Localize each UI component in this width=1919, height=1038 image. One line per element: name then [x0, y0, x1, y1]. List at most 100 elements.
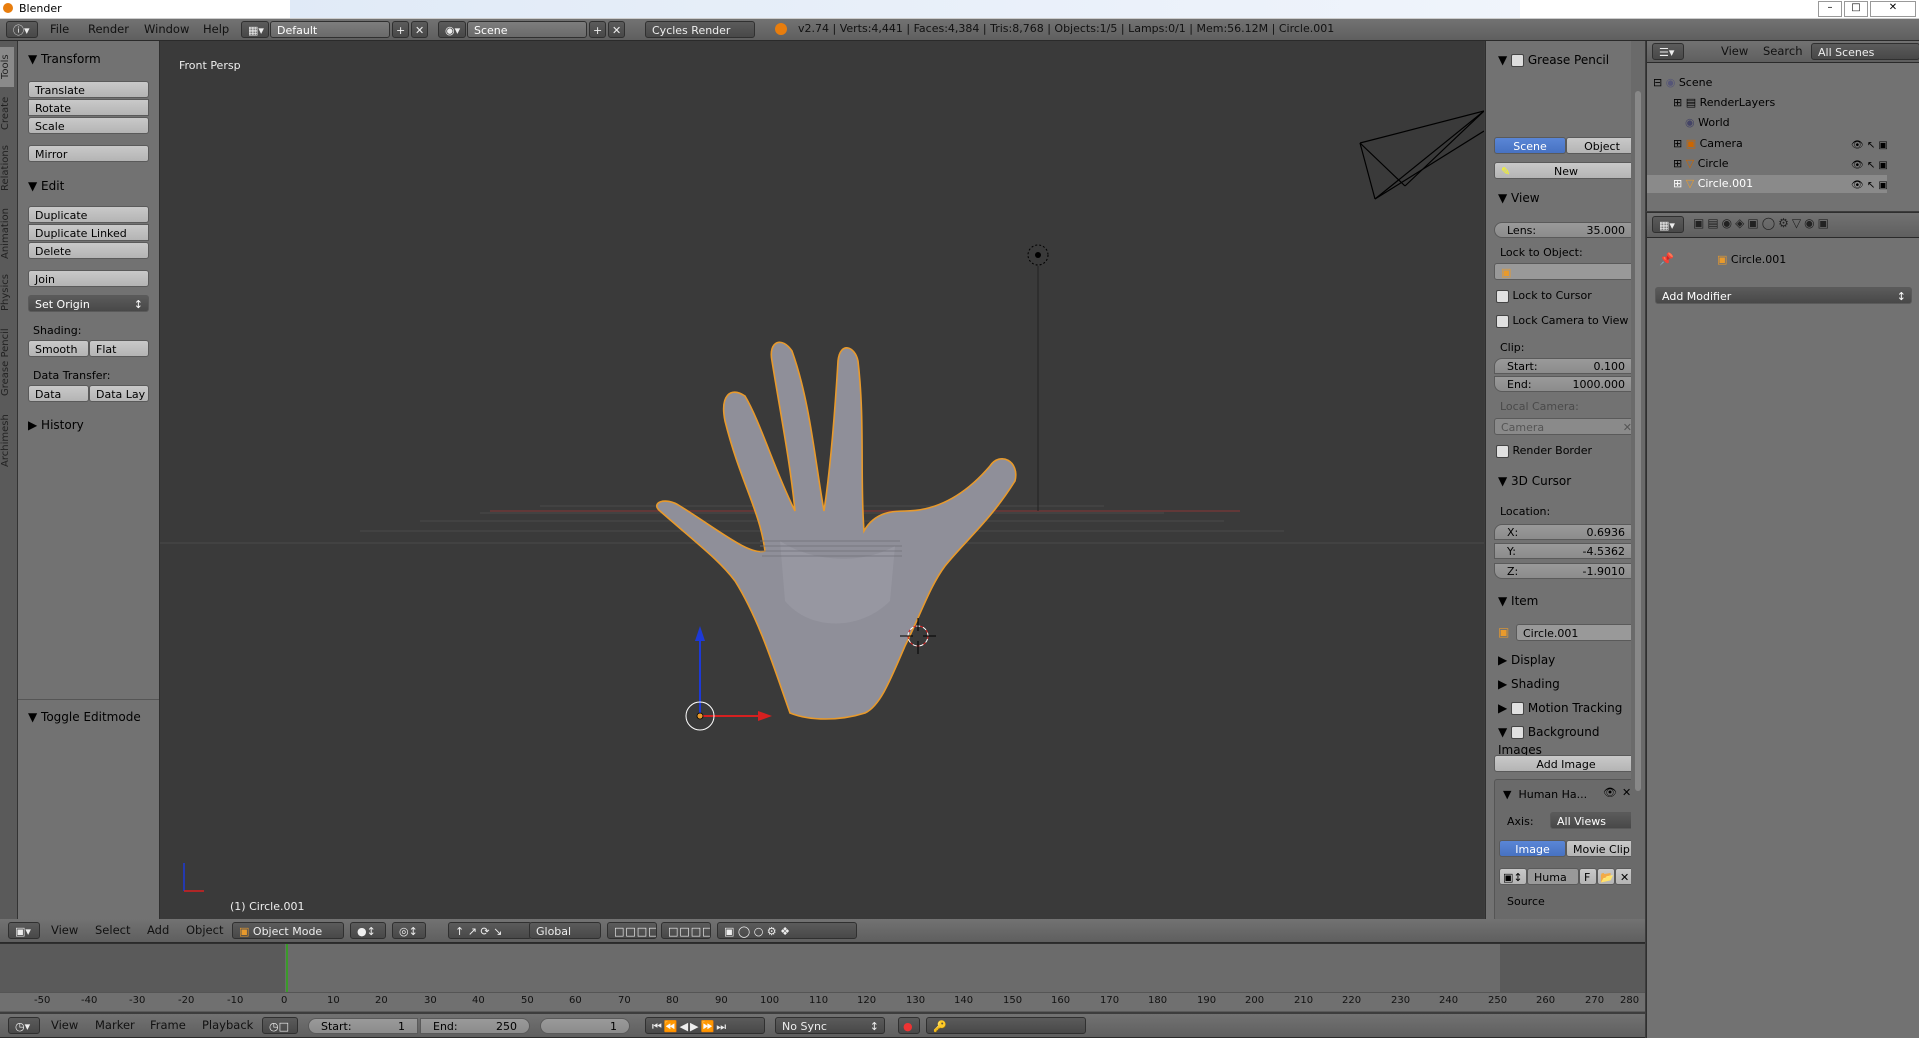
add-layout-button[interactable]: +: [392, 21, 409, 38]
tab-archimesh[interactable]: Archimesh: [0, 406, 14, 476]
menu-file[interactable]: File: [50, 19, 69, 39]
screen-layout-icon[interactable]: ▦▾: [241, 21, 269, 38]
outliner-row-world[interactable]: ◉ World: [1685, 116, 1730, 129]
view3d-menu-view[interactable]: View: [51, 920, 78, 940]
image-browse-icon[interactable]: ▣↕: [1499, 868, 1527, 885]
item-header[interactable]: ▼ Item: [1498, 592, 1538, 610]
display-header[interactable]: ▶ Display: [1498, 651, 1555, 669]
view3d-menu-select[interactable]: Select: [95, 920, 130, 940]
mirror-button[interactable]: Mirror: [28, 145, 149, 162]
editor-type-info[interactable]: ⓘ▾: [6, 21, 38, 38]
cursor-x-field[interactable]: X: 0.6936: [1494, 524, 1632, 540]
properties-context-icons[interactable]: ▣▤◉◈▣◯⚙▽◉▣: [1693, 216, 1832, 230]
panel-transform-header[interactable]: ▼ Transform: [28, 50, 101, 68]
view-header[interactable]: ▼ View: [1498, 189, 1540, 207]
open-image-button[interactable]: 📂: [1597, 868, 1615, 885]
bg-movie-clip-tab[interactable]: Movie Clip: [1566, 840, 1632, 857]
outliner-row-scene[interactable]: ⊟ ◉ Scene: [1653, 76, 1712, 89]
properties-editor-type[interactable]: ▦▾: [1652, 216, 1684, 233]
unlink-image-button[interactable]: ✕: [1615, 868, 1632, 885]
delete-button[interactable]: Delete: [28, 242, 149, 259]
outliner-row-circle-001[interactable]: ⊞ ▽ Circle.001: [1673, 177, 1753, 190]
panel-history-header[interactable]: ▶ History: [28, 416, 84, 434]
frame-start-field[interactable]: Start: 1: [308, 1018, 418, 1034]
outliner-display-mode[interactable]: All Scenes: [1811, 43, 1919, 60]
toggle-editmode-header[interactable]: ▼ Toggle Editmode: [28, 708, 141, 726]
layer-buttons-2[interactable]: □□□□□: [661, 922, 711, 939]
view3d-editor-type[interactable]: ▣▾: [8, 922, 40, 939]
scale-button[interactable]: Scale: [28, 117, 149, 134]
orientation-select[interactable]: Global: [529, 922, 601, 939]
visibility-eye-icons[interactable]: 👁 ↖ ▣ 👁 ↖ ▣ 👁 ↖ ▣: [1851, 136, 1888, 196]
pin-icon[interactable]: 📌: [1659, 252, 1674, 266]
current-frame-field[interactable]: 1: [540, 1018, 630, 1034]
rotate-button[interactable]: Rotate: [28, 99, 149, 116]
outliner-editor-type[interactable]: ☰▾: [1652, 43, 1684, 60]
data-lay-button[interactable]: Data Lay: [89, 385, 149, 402]
tab-create[interactable]: Create: [0, 93, 14, 133]
menu-help[interactable]: Help: [203, 19, 229, 39]
duplicate-button[interactable]: Duplicate: [28, 206, 149, 223]
shading-header[interactable]: ▶ Shading: [1498, 675, 1560, 693]
axis-select[interactable]: All Views: [1550, 812, 1632, 829]
maximize-button[interactable]: □: [1844, 1, 1868, 17]
outliner-search-menu[interactable]: Search: [1763, 41, 1803, 61]
render-engine-select[interactable]: Cycles Render: [645, 21, 755, 38]
lock-to-cursor-option[interactable]: Lock to Cursor: [1496, 289, 1592, 303]
smooth-button[interactable]: Smooth: [28, 340, 89, 357]
fake-user-button[interactable]: F: [1579, 868, 1597, 885]
add-modifier-select[interactable]: Add Modifier ↕: [1655, 287, 1912, 304]
render-border-option[interactable]: Render Border: [1496, 444, 1592, 458]
cursor-y-field[interactable]: Y: -4.5362: [1494, 543, 1632, 559]
timeline-editor-type[interactable]: ◷▾: [8, 1017, 40, 1034]
outliner-row-camera[interactable]: ⊞ ▣ Camera: [1673, 137, 1743, 150]
tab-animation[interactable]: Animation: [0, 203, 14, 265]
clip-start-field[interactable]: Start: 0.100: [1494, 358, 1632, 374]
minimize-button[interactable]: –: [1818, 1, 1842, 17]
screen-layout-select[interactable]: Default: [270, 21, 390, 38]
image-datablock-field[interactable]: Huma: [1527, 868, 1579, 885]
lens-field[interactable]: Lens: 35.000: [1494, 222, 1632, 238]
sync-mode-select[interactable]: No Sync ↕: [775, 1017, 885, 1034]
viewport-shading-select[interactable]: ●↕: [350, 922, 386, 939]
add-scene-button[interactable]: +: [589, 21, 606, 38]
eye-icon[interactable]: 👁: [1603, 786, 1617, 799]
motion-tracking-header[interactable]: ▶ Motion Tracking: [1498, 699, 1622, 717]
background-images-header[interactable]: ▼ Background Images: [1498, 723, 1632, 757]
gp-object-button[interactable]: Object: [1566, 137, 1632, 154]
viewport-3d[interactable]: Front Persp (1) Circle.001: [160, 41, 1484, 919]
timeline-menu-frame[interactable]: Frame: [150, 1015, 186, 1035]
tab-physics[interactable]: Physics: [0, 269, 14, 317]
layer-buttons[interactable]: □□□□□: [607, 922, 657, 939]
record-button[interactable]: ●: [898, 1017, 920, 1034]
frame-end-field[interactable]: End: 250: [420, 1018, 530, 1034]
scene-icon[interactable]: ◉▾: [438, 21, 466, 38]
remove-bg-icon[interactable]: ✕: [1622, 786, 1631, 799]
preview-range-button[interactable]: ◷□: [262, 1017, 298, 1034]
timeline-menu-marker[interactable]: Marker: [95, 1015, 135, 1035]
properties-scrollbar[interactable]: [1631, 41, 1645, 919]
menu-window[interactable]: Window: [144, 19, 189, 39]
view3d-menu-add[interactable]: Add: [147, 920, 169, 940]
outliner-row-renderlayers[interactable]: ⊞ ▤ RenderLayers: [1673, 96, 1775, 109]
keying-set-field[interactable]: 🔑: [926, 1017, 1086, 1034]
gp-new-button[interactable]: ✎ New: [1494, 162, 1632, 179]
gp-scene-button[interactable]: Scene: [1494, 137, 1566, 154]
cursor-header[interactable]: ▼ 3D Cursor: [1498, 472, 1571, 490]
outliner-view-menu[interactable]: View: [1721, 41, 1748, 61]
interaction-mode-select[interactable]: ▣ Object Mode: [232, 922, 344, 939]
bg-image-name[interactable]: ▼ Human Ha...: [1503, 788, 1587, 801]
bg-image-tab[interactable]: Image: [1499, 840, 1566, 857]
pivot-point-select[interactable]: ◎↕: [392, 922, 426, 939]
join-button[interactable]: Join: [28, 270, 149, 287]
outliner-row-circle[interactable]: ⊞ ▽ Circle: [1673, 157, 1729, 170]
lock-object-field[interactable]: ▣: [1494, 263, 1632, 280]
tab-relations[interactable]: Relations: [0, 138, 14, 198]
tab-grease-pencil[interactable]: Grease Pencil: [0, 323, 14, 401]
view3d-menu-object[interactable]: Object: [186, 920, 223, 940]
set-origin-select[interactable]: Set Origin ↕: [28, 295, 149, 312]
clip-end-field[interactable]: End: 1000.000: [1494, 376, 1632, 392]
panel-edit-header[interactable]: ▼ Edit: [28, 177, 64, 195]
delete-scene-button[interactable]: ✕: [608, 21, 625, 38]
menu-render[interactable]: Render: [88, 19, 129, 39]
